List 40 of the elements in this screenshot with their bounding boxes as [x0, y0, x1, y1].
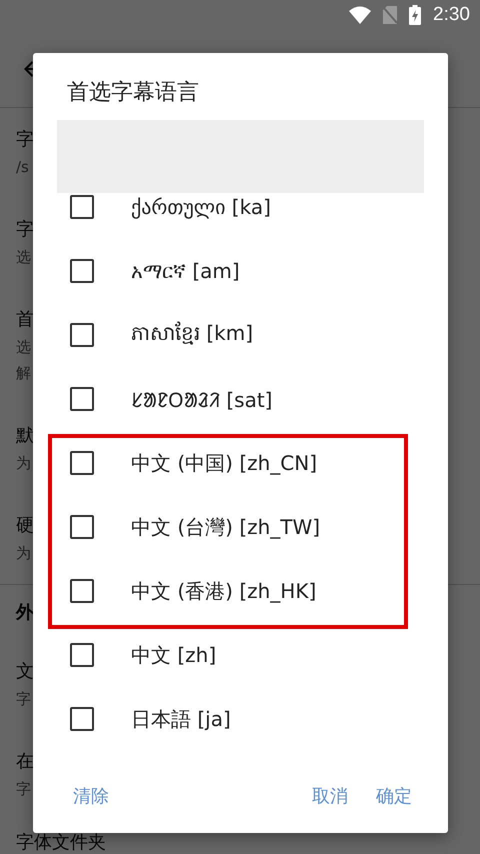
language-option[interactable]: ქართული [ka] [33, 193, 448, 239]
checkbox[interactable] [70, 195, 94, 219]
setting-summary: /s [16, 157, 29, 178]
setting-title: 字 [16, 128, 34, 152]
checkbox[interactable] [70, 707, 94, 731]
language-option[interactable]: 中文 (香港) [zh_HK] [33, 559, 448, 623]
setting-title: 首 [16, 308, 34, 332]
language-option[interactable]: አማርኛ [am] [33, 239, 448, 303]
language-option[interactable]: ភាសាខ្មែរ [km] [33, 303, 448, 367]
setting-summary: 字 [16, 689, 31, 710]
section-title: 外 [16, 601, 34, 625]
setting-title: 文 [16, 660, 34, 684]
checkbox[interactable] [70, 643, 94, 667]
setting-summary: 为 [16, 543, 31, 564]
setting-title: 字 [16, 218, 34, 242]
checkbox[interactable] [70, 387, 94, 411]
checkbox[interactable] [70, 259, 94, 283]
language-option[interactable]: 中文 (中国) [zh_CN] [33, 431, 448, 495]
checkbox[interactable] [70, 323, 94, 347]
language-option[interactable]: 中文 [zh] [33, 623, 448, 687]
setting-title: 硬 [16, 514, 34, 538]
setting-summary: 为 [16, 453, 31, 474]
checkbox[interactable] [70, 515, 94, 539]
no-sim-icon [383, 6, 398, 24]
wifi-icon [349, 6, 372, 24]
setting-title: 在 [16, 750, 34, 774]
setting-summary: 字 [16, 779, 31, 800]
checkbox[interactable] [70, 451, 94, 475]
setting-summary: 选 [16, 337, 31, 358]
language-option[interactable]: 中文 (台灣) [zh_TW] [33, 495, 448, 559]
setting-summary: 选 [16, 247, 31, 268]
battery-charging-icon [409, 5, 422, 25]
dialog-title: 首选字幕语言 [66, 79, 200, 107]
language-option[interactable]: 日本語 [ja] [33, 687, 448, 750]
status-time: 2:30 [433, 4, 470, 26]
setting-title: 字体文件夹 [16, 833, 106, 853]
language-option[interactable]: ᱥᱟᱱᱛᱟᱲᱤ [sat] [33, 367, 448, 431]
setting-summary: 解 [16, 363, 31, 384]
checkbox[interactable] [70, 579, 94, 603]
setting-title: 默 [16, 424, 34, 448]
